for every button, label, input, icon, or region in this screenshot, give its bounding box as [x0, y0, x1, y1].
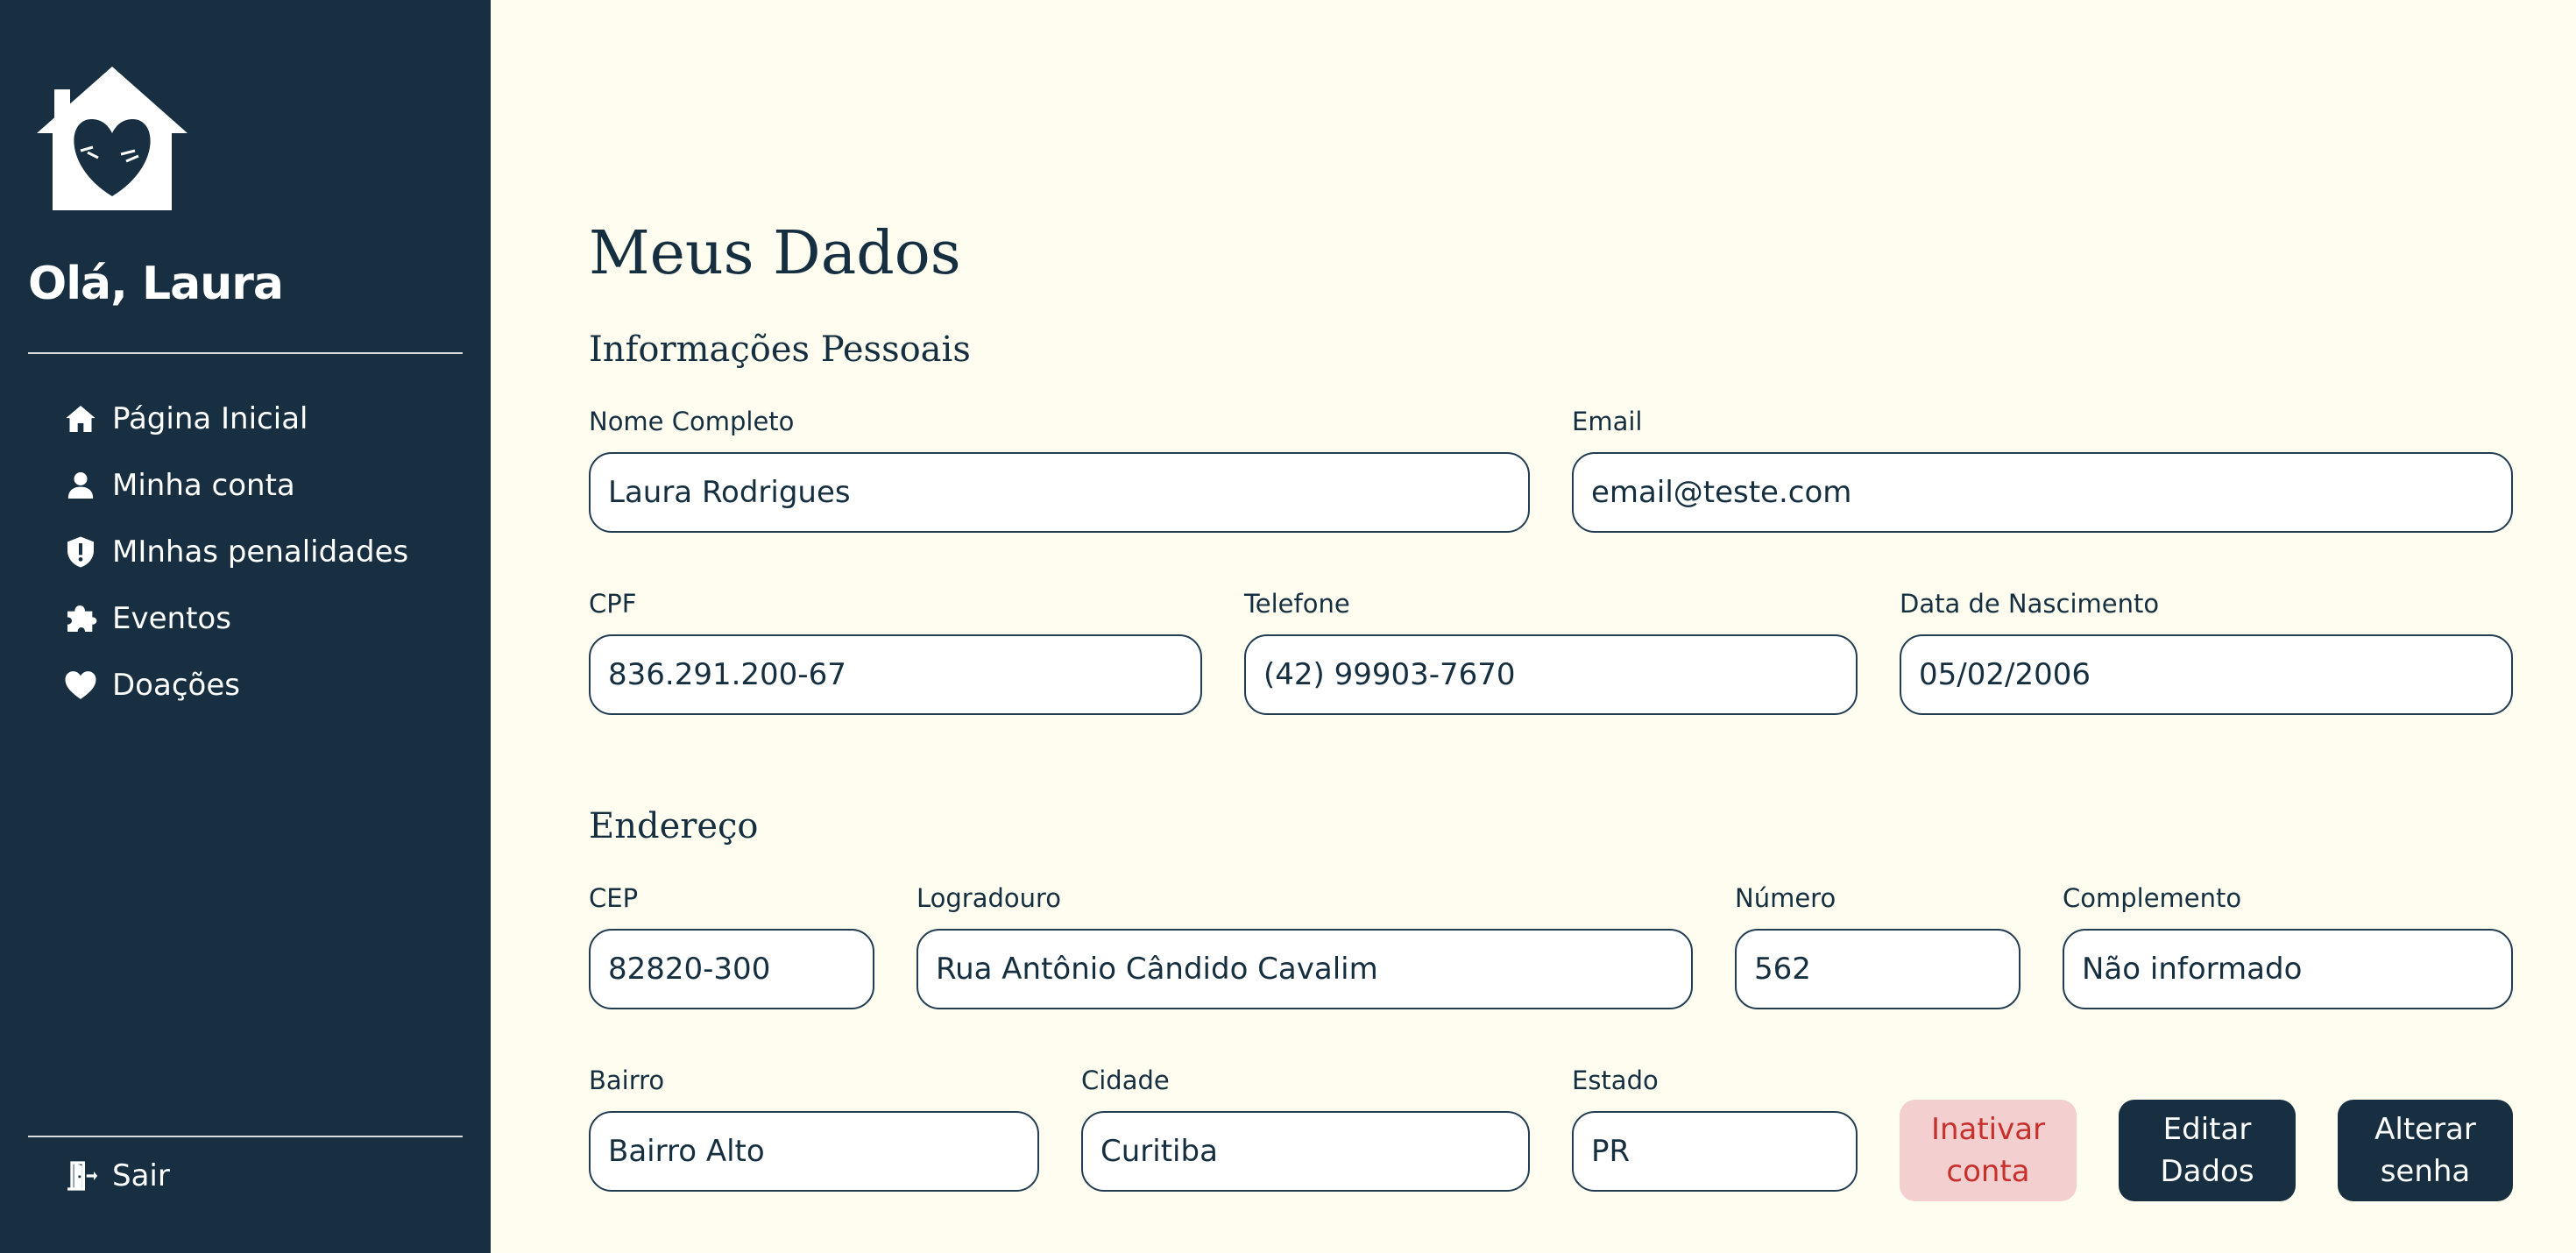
cep-label: CEP — [589, 883, 639, 913]
sidebar-item-label: Doações — [112, 668, 240, 703]
full-name-input[interactable] — [589, 452, 1530, 533]
number-input[interactable] — [1735, 929, 2020, 1009]
home-icon — [63, 401, 98, 436]
street-label: Logradouro — [916, 883, 1062, 913]
full-name-group: Nome Completo — [589, 408, 1530, 533]
cep-input[interactable] — [589, 929, 874, 1009]
sidebar-nav: Página Inicial Minha conta MInhas penali… — [63, 386, 408, 719]
city-label: Cidade — [1081, 1065, 1170, 1095]
sidebar-item-label: MInhas penalidades — [112, 534, 409, 570]
sidebar-item-account[interactable]: Minha conta — [63, 452, 408, 519]
sidebar-item-label: Minha conta — [112, 468, 295, 503]
greeting: Olá, Laura — [28, 258, 284, 310]
edit-data-button[interactable]: Editar Dados — [2119, 1100, 2296, 1201]
full-name-label: Nome Completo — [589, 407, 795, 436]
city-input[interactable] — [1081, 1111, 1530, 1192]
complement-input[interactable] — [2063, 929, 2513, 1009]
sidebar-divider-bottom — [28, 1136, 463, 1137]
phone-group: Telefone — [1244, 591, 1858, 715]
user-icon — [63, 468, 98, 503]
city-group: Cidade — [1081, 1067, 1530, 1192]
street-input[interactable] — [916, 929, 1693, 1009]
heart-icon — [63, 668, 98, 703]
deactivate-account-button[interactable]: Inativar conta — [1900, 1100, 2077, 1201]
phone-input[interactable] — [1244, 634, 1858, 715]
sidebar-item-home[interactable]: Página Inicial — [63, 386, 408, 452]
complement-group: Complemento — [2063, 885, 2513, 1009]
district-input[interactable] — [589, 1111, 1039, 1192]
puzzle-icon — [63, 601, 98, 636]
cpf-input[interactable] — [589, 634, 1202, 715]
sidebar-divider-top — [28, 352, 463, 354]
sidebar-item-donations[interactable]: Doações — [63, 652, 408, 719]
sidebar-item-events[interactable]: Eventos — [63, 585, 408, 652]
district-group: Bairro — [589, 1067, 1039, 1192]
cpf-label: CPF — [589, 589, 637, 619]
change-password-button[interactable]: Alterar senha — [2338, 1100, 2513, 1201]
complement-label: Complemento — [2063, 883, 2242, 913]
door-exit-icon — [63, 1158, 98, 1193]
sidebar-item-label: Eventos — [112, 601, 231, 636]
birth-date-input[interactable] — [1900, 634, 2513, 715]
birth-date-label: Data de Nascimento — [1900, 589, 2160, 619]
shield-alert-icon — [63, 534, 98, 570]
main-content: Meus Dados Informações Pessoais Nome Com… — [589, 0, 2513, 1253]
number-label: Número — [1735, 883, 1836, 913]
address-heading: Endereço — [589, 806, 759, 846]
phone-label: Telefone — [1244, 589, 1350, 619]
cpf-group: CPF — [589, 591, 1202, 715]
number-group: Número — [1735, 885, 2020, 1009]
logout-button[interactable]: Sair — [63, 1158, 170, 1193]
email-input[interactable] — [1572, 452, 2513, 533]
sidebar: Olá, Laura Página Inicial Minha conta MI… — [0, 0, 491, 1253]
sidebar-item-label: Página Inicial — [112, 401, 308, 436]
cep-group: CEP — [589, 885, 874, 1009]
district-label: Bairro — [589, 1065, 665, 1095]
email-label: Email — [1572, 407, 1643, 436]
sidebar-item-penalties[interactable]: MInhas penalidades — [63, 519, 408, 585]
state-group: Estado — [1572, 1067, 1858, 1192]
house-heart-logo — [37, 63, 188, 214]
street-group: Logradouro — [916, 885, 1693, 1009]
page-title: Meus Dados — [589, 219, 961, 288]
logout-label: Sair — [112, 1158, 170, 1193]
personal-info-heading: Informações Pessoais — [589, 329, 971, 370]
email-group: Email — [1572, 408, 2513, 533]
state-input[interactable] — [1572, 1111, 1858, 1192]
state-label: Estado — [1572, 1065, 1659, 1095]
birth-date-group: Data de Nascimento — [1900, 591, 2513, 715]
